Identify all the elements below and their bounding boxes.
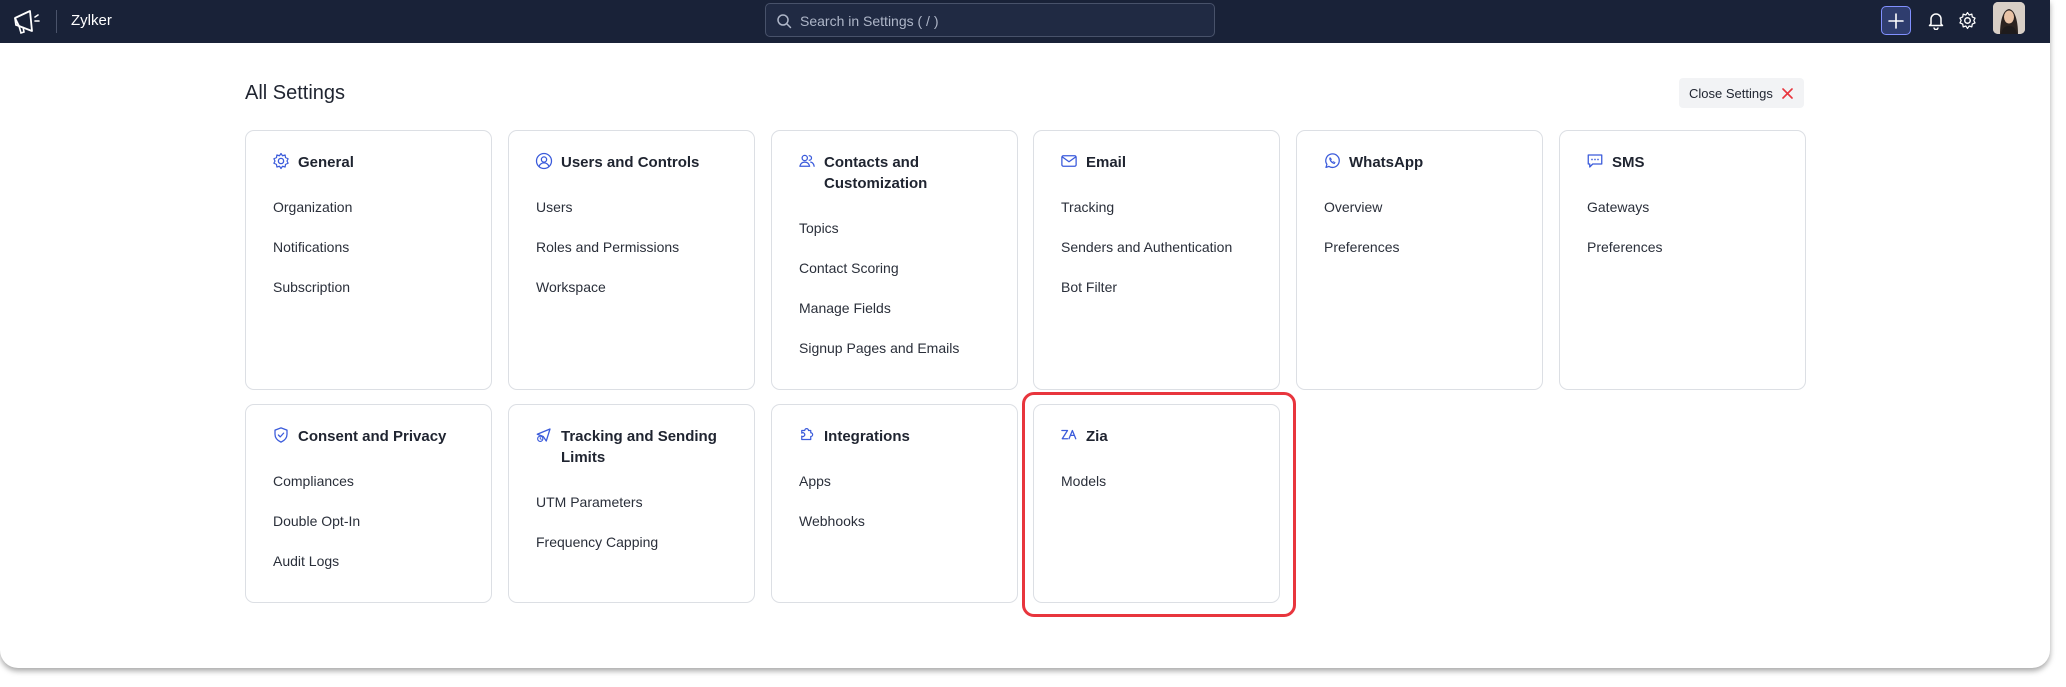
gear-icon	[273, 152, 289, 170]
top-bar: Zylker Search in Settings ( / )	[0, 0, 2050, 43]
card-title: Email	[1086, 154, 1127, 171]
card-email: Email Tracking Senders and Authenticatio…	[1033, 130, 1280, 390]
link-preferences[interactable]: Preferences	[1324, 239, 1399, 255]
link-bot-filter[interactable]: Bot Filter	[1061, 279, 1117, 295]
megaphone-logo-icon[interactable]	[11, 7, 41, 37]
send-limit-icon	[536, 428, 551, 442]
avatar-image	[1993, 2, 2025, 34]
link-workspace[interactable]: Workspace	[536, 279, 606, 295]
link-double-opt-in[interactable]: Double Opt-In	[273, 513, 360, 529]
link-frequency-capping[interactable]: Frequency Capping	[536, 534, 658, 550]
chat-bubble-icon	[1587, 154, 1603, 168]
card-title: General	[298, 154, 354, 171]
link-apps[interactable]: Apps	[799, 473, 831, 489]
settings-window: Zylker Search in Settings ( / ) All Sett…	[0, 0, 2050, 668]
page-title: All Settings	[245, 82, 346, 104]
contacts-icon	[799, 154, 815, 167]
card-sms: SMS Gateways Preferences	[1559, 130, 1806, 390]
card-users-and-controls: Users and Controls Users Roles and Permi…	[508, 130, 755, 390]
card-title: SMS	[1612, 154, 1645, 171]
card-title: WhatsApp	[1349, 154, 1424, 171]
bell-icon[interactable]	[1927, 11, 1945, 30]
link-overview[interactable]: Overview	[1324, 199, 1382, 215]
card-title: Users and Controls	[561, 154, 700, 171]
link-audit-logs[interactable]: Audit Logs	[273, 553, 339, 569]
card-integrations: Integrations Apps Webhooks	[771, 404, 1018, 603]
card-title: Contacts and Customization	[824, 154, 928, 192]
link-tracking[interactable]: Tracking	[1061, 199, 1114, 215]
plus-icon	[1888, 13, 1904, 29]
card-whatsapp: WhatsApp Overview Preferences	[1296, 130, 1543, 390]
card-tracking-and-sending-limits: Tracking and Sending Limits UTM Paramete…	[508, 404, 755, 603]
card-title: Tracking and Sending Limits	[561, 428, 717, 466]
gear-icon[interactable]	[1958, 11, 1977, 30]
card-contacts-and-customization: Contacts and Customization Topics Contac…	[771, 130, 1018, 390]
logo-divider	[56, 10, 57, 33]
link-gateways[interactable]: Gateways	[1587, 199, 1649, 215]
whatsapp-icon	[1325, 153, 1340, 169]
link-topics[interactable]: Topics	[799, 220, 839, 236]
link-subscription[interactable]: Subscription	[273, 279, 350, 295]
link-users[interactable]: Users	[536, 199, 573, 215]
link-signup-pages-and-emails[interactable]: Signup Pages and Emails	[799, 340, 959, 356]
card-general: General Organization Notifications Subsc…	[245, 130, 492, 390]
user-circle-icon	[535, 152, 553, 170]
search-icon	[777, 14, 792, 29]
user-avatar[interactable]	[1993, 2, 2025, 34]
link-contact-scoring[interactable]: Contact Scoring	[799, 260, 899, 276]
add-button[interactable]	[1881, 6, 1911, 35]
link-notifications[interactable]: Notifications	[273, 239, 349, 255]
shield-check-icon	[274, 427, 288, 443]
org-name[interactable]: Zylker	[71, 12, 112, 29]
puzzle-icon	[801, 428, 814, 441]
close-icon	[1782, 88, 1793, 99]
envelope-icon	[1061, 155, 1077, 167]
close-settings-label: Close Settings	[1689, 86, 1773, 101]
link-roles-and-permissions[interactable]: Roles and Permissions	[536, 239, 679, 255]
card-title: Consent and Privacy	[298, 428, 447, 445]
link-utm-parameters[interactable]: UTM Parameters	[536, 494, 643, 510]
link-webhooks[interactable]: Webhooks	[799, 513, 865, 529]
zia-card-highlight	[1022, 392, 1296, 617]
link-manage-fields[interactable]: Manage Fields	[799, 300, 891, 316]
search-placeholder: Search in Settings ( / )	[800, 13, 939, 29]
link-senders-and-authentication[interactable]: Senders and Authentication	[1061, 239, 1232, 255]
close-settings-button[interactable]: Close Settings	[1679, 78, 1804, 108]
card-title: Integrations	[824, 428, 910, 445]
link-compliances[interactable]: Compliances	[273, 473, 354, 489]
link-preferences[interactable]: Preferences	[1587, 239, 1662, 255]
card-consent-and-privacy: Consent and Privacy Compliances Double O…	[245, 404, 492, 603]
settings-search[interactable]: Search in Settings ( / )	[765, 3, 1215, 37]
link-organization[interactable]: Organization	[273, 199, 352, 215]
